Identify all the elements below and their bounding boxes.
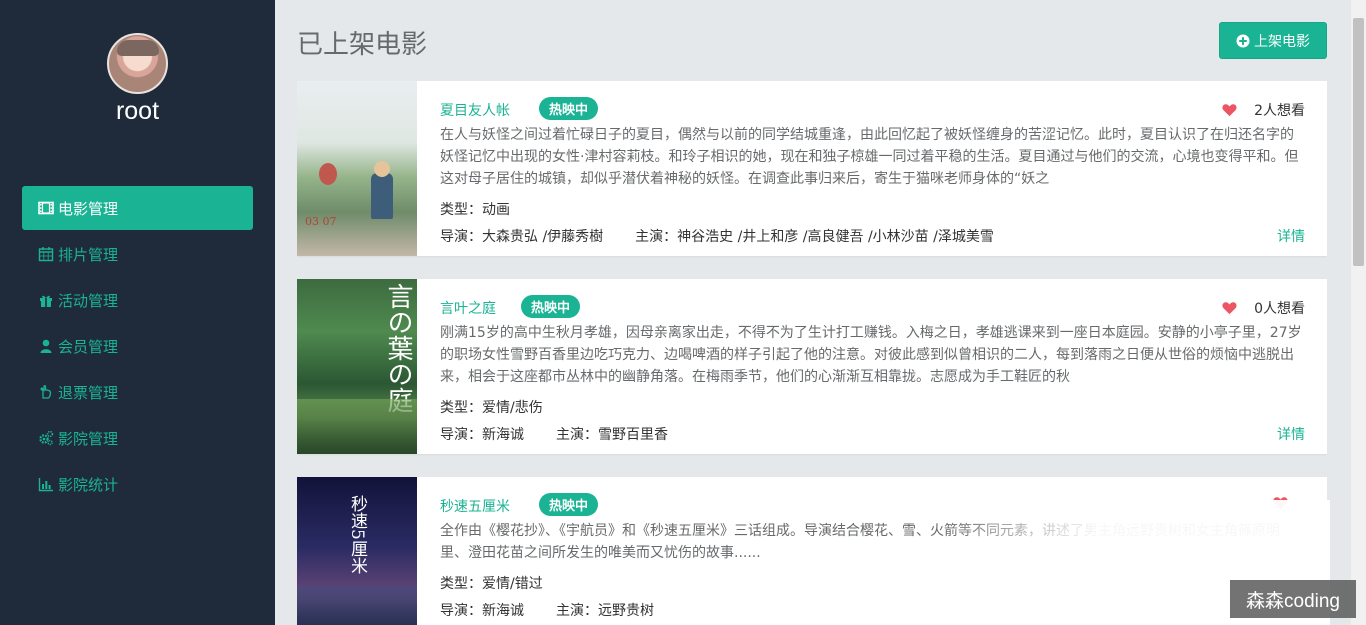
movie-poster[interactable]: 言の葉の庭 [297,279,417,454]
sidebar-item-label: 影院管理 [58,429,119,448]
movie-crew: 导演：新海诚 主演：雪野百里香 [440,424,668,444]
movie-type: 类型：动画 [440,202,510,218]
sidebar-item-label: 退票管理 [58,383,119,402]
sidebar-item-movie-management[interactable]: 电影管理 [22,186,253,230]
sidebar-item-label: 影院统计 [58,475,119,494]
scrollbar[interactable] [1351,0,1366,625]
status-badge: 热映中 [539,97,599,120]
heart-icon[interactable] [1222,301,1237,315]
sidebar-item-label: 排片管理 [58,245,119,264]
poster-title: 秒速5厘米 [347,495,367,574]
movie-info: 言叶之庭 热映中 0人想看 刚满15岁的高中生秋月孝雄，因母亲离家出走，不得不为… [440,279,1305,454]
movie-type: 类型：爱情/错过 [440,576,543,592]
movie-card: 03 07 夏目友人帐 热映中 2人想看 在人与妖怪之间过着忙碌日子的夏目，偶然… [297,81,1327,256]
sidebar-item-cinema-statistics[interactable]: 影院统计 [22,462,253,506]
page-title: 已上架电影 [297,30,428,60]
hand-icon [40,385,52,399]
poster-date: 03 07 [305,215,337,228]
watermark: 森森coding [1230,580,1356,618]
status-badge: 热映中 [539,493,599,516]
gift-icon [40,295,52,307]
movie-poster[interactable]: 03 07 [297,81,417,256]
want-count-text: 0人想看 [1254,301,1305,317]
gears-icon [39,430,54,446]
heart-icon[interactable] [1222,103,1237,117]
calendar-icon [38,247,54,262]
avatar[interactable] [107,33,168,94]
sidebar-item-refund-management[interactable]: 退票管理 [22,370,253,414]
movie-type: 类型：爱情/悲伤 [440,400,543,416]
movie-title[interactable]: 秒速五厘米 [440,496,510,516]
add-movie-button[interactable]: 上架电影 [1219,22,1327,59]
sidebar-item-label: 活动管理 [58,291,119,310]
want-count-text: 2人想看 [1254,103,1305,119]
sidebar-item-cinema-management[interactable]: 影院管理 [22,416,253,460]
sidebar-item-activity-management[interactable]: 活动管理 [22,278,253,322]
detail-link[interactable]: 详情 [1277,424,1305,444]
movie-cast: 主演：雪野百里香 [556,427,668,443]
add-movie-button-label: 上架电影 [1254,33,1310,50]
movie-title[interactable]: 言叶之庭 [440,298,496,318]
detail-link[interactable]: 详情 [1277,226,1305,246]
movie-poster[interactable]: 秒速5厘米 [297,477,417,625]
movie-director: 导演：新海诚 [440,603,524,619]
sidebar-item-label: 电影管理 [58,199,119,218]
sidebar-menu: 电影管理 排片管理 活动管理 会员管理 退票管理 影院管理 影院统计 [22,186,253,508]
movie-description: 在人与妖怪之间过着忙碌日子的夏目，偶然与以前的同学结城重逢，由此回忆起了被妖怪缠… [440,127,1299,187]
movie-info: 夏目友人帐 热映中 2人想看 在人与妖怪之间过着忙碌日子的夏目，偶然与以前的同学… [440,81,1305,256]
movie-description: 刚满15岁的高中生秋月孝雄，因母亲离家出走，不得不为了生计打工赚钱。入梅之日，孝… [440,325,1302,385]
film-icon [38,201,54,215]
scrollbar-thumb[interactable] [1353,18,1364,266]
sidebar-item-schedule-management[interactable]: 排片管理 [22,232,253,276]
bar-chart-icon [38,478,53,492]
movie-card: 言の葉の庭 言叶之庭 热映中 0人想看 刚满15岁的高中生秋月孝雄，因母亲离家出… [297,279,1327,454]
movie-director: 导演：新海诚 [440,427,524,443]
sidebar: root 电影管理 排片管理 活动管理 会员管理 退票管理 影院管理 影院统计 [0,0,275,625]
sidebar-item-label: 会员管理 [58,337,119,356]
user-icon [40,339,52,353]
plus-circle-icon [1236,34,1250,47]
want-count: 0人想看 [1222,298,1305,318]
movie-crew: 导演：大森贵弘 /伊藤秀樹 主演：神谷浩史 /井上和彦 /高良健吾 /小林沙苗 /… [440,226,994,246]
movie-cast: 主演：远野贵树 [556,603,654,619]
movie-cast: 主演：神谷浩史 /井上和彦 /高良健吾 /小林沙苗 /泽城美雪 [635,229,994,245]
sidebar-item-member-management[interactable]: 会员管理 [22,324,253,368]
movie-crew: 导演：新海诚 主演：远野贵树 [440,600,654,620]
poster-title: 言の葉の庭 [383,283,413,413]
movie-title[interactable]: 夏目友人帐 [440,100,510,120]
movie-director: 导演：大森贵弘 /伊藤秀樹 [440,229,604,245]
want-count: 2人想看 [1222,100,1305,120]
username: root [115,97,160,125]
status-badge: 热映中 [521,295,581,318]
